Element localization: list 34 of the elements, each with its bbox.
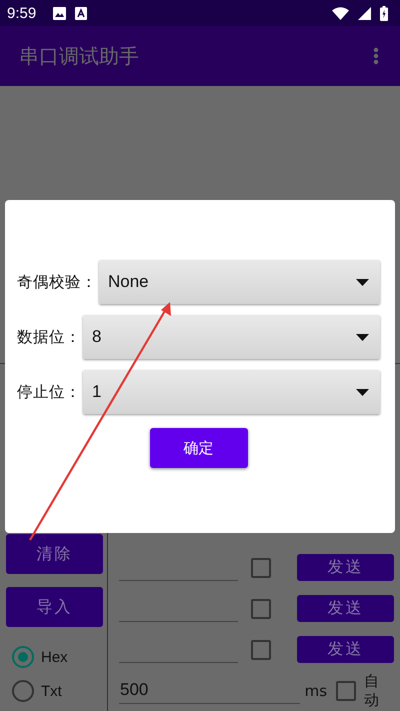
unit-label: ms xyxy=(304,682,328,700)
side-button[interactable]: 清除 xyxy=(6,534,103,574)
notification-icon xyxy=(75,6,88,20)
dropdown[interactable]: None xyxy=(99,260,380,304)
field-label: 停止位： xyxy=(17,382,81,402)
image-icon xyxy=(53,6,66,20)
side-button[interactable]: 导入 xyxy=(6,587,103,627)
dropdown[interactable]: 8 xyxy=(83,315,380,359)
radio-label: Txt xyxy=(41,682,62,700)
auto-checkbox[interactable] xyxy=(336,681,356,701)
dropdown[interactable]: 1 xyxy=(83,370,380,414)
send-button[interactable]: 发送 xyxy=(297,595,394,622)
checkbox[interactable] xyxy=(251,640,271,660)
send-button[interactable]: 发送 xyxy=(297,636,394,663)
radio-label: Hex xyxy=(41,648,68,666)
confirm-button[interactable]: 确定 xyxy=(150,428,248,468)
more-menu-icon[interactable] xyxy=(373,47,379,66)
battery-icon xyxy=(380,6,388,21)
dropdown-caret-icon xyxy=(356,388,369,396)
checkbox[interactable] xyxy=(251,598,271,618)
app-title: 串口调试助手 xyxy=(19,42,139,70)
signal-icon xyxy=(358,6,371,20)
interval-field[interactable]: 500 xyxy=(119,678,300,704)
field-label: 数据位： xyxy=(17,326,81,348)
radio-button[interactable] xyxy=(12,646,34,668)
auto-label: 自动 xyxy=(364,672,380,710)
dropdown-caret-icon xyxy=(356,334,369,340)
field-label: 奇偶校验： xyxy=(17,272,97,292)
radio-button[interactable] xyxy=(12,680,34,702)
send-button[interactable]: 发送 xyxy=(297,554,394,581)
status-time: 9:59 xyxy=(7,4,36,22)
wifi-icon xyxy=(332,6,349,20)
checkbox[interactable] xyxy=(251,558,271,578)
dropdown-caret-icon xyxy=(356,278,369,286)
